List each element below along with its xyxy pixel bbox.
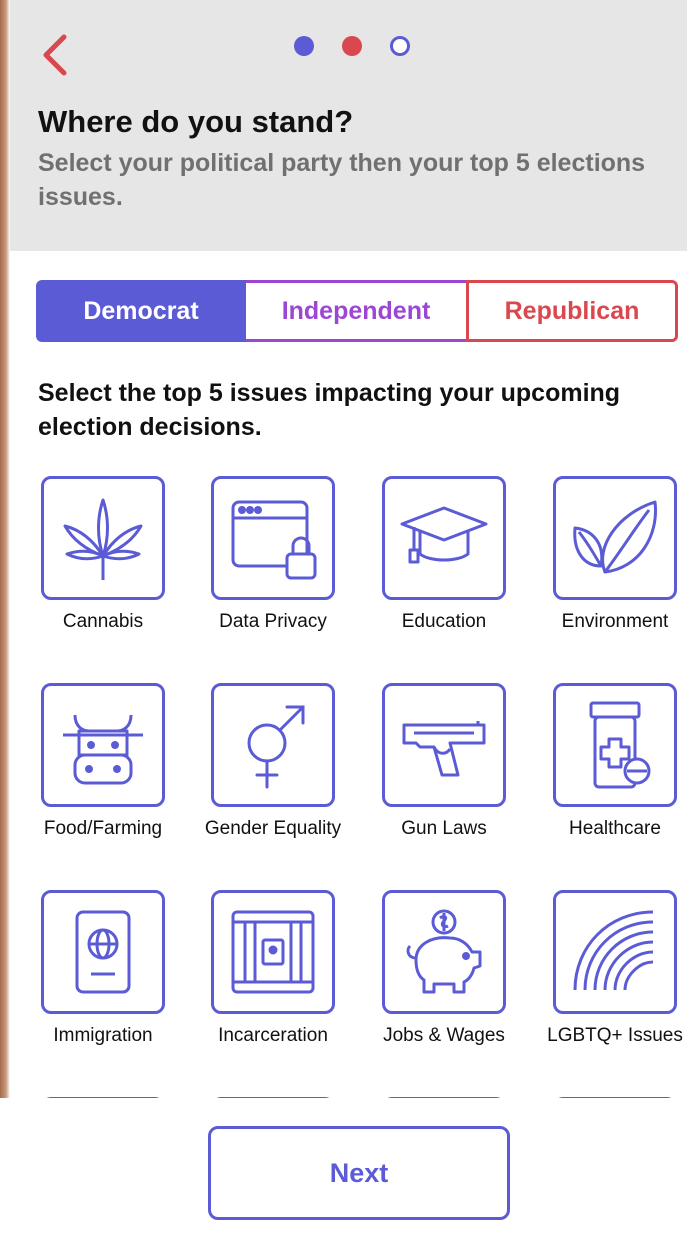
cannabis-icon [63, 498, 143, 580]
issue-tile-education[interactable]: Education [358, 470, 530, 670]
page-title: Where do you stand? [38, 104, 354, 139]
issue-icon-box [211, 683, 335, 807]
issues-heading: Select the top 5 issues impacting your u… [38, 379, 621, 441]
issue-label: Gun Laws [401, 818, 487, 839]
issue-tile-gun-laws[interactable]: Gun Laws [358, 677, 530, 877]
passport-icon [75, 910, 131, 994]
issue-tile-cannabis[interactable]: Cannabis [17, 470, 189, 670]
jail-icon [231, 910, 315, 994]
issue-tile-data-privacy[interactable]: Data Privacy [187, 470, 359, 670]
header: Where do you stand? Select your politica… [10, 0, 687, 251]
issue-label: Data Privacy [219, 611, 327, 632]
issue-icon-box [553, 683, 677, 807]
progress-dot-1 [294, 36, 314, 56]
issue-tile-jobs-wages[interactable]: Jobs & Wages [358, 884, 530, 1084]
app-screen: Where do you stand? Select your politica… [0, 0, 687, 1239]
issue-icon-box [41, 890, 165, 1014]
issue-label: Cannabis [62, 611, 144, 632]
issue-label: Incarceration [218, 1025, 328, 1046]
issue-label: Education [401, 611, 487, 632]
issue-icon-box [211, 476, 335, 600]
issue-label: Environment [561, 611, 669, 632]
graduation-cap-icon [400, 506, 488, 564]
page-subtitle: Select your political party then your to… [38, 149, 646, 211]
medicine-icon [589, 701, 651, 789]
issues-grid: Cannabis Data Privacy Education Environm… [0, 470, 687, 1098]
gun-icon [402, 721, 486, 777]
piggy-bank-icon [406, 909, 482, 994]
issue-icon-box [41, 683, 165, 807]
issue-icon-box [382, 476, 506, 600]
party-selector: Democrat Independent Republican [36, 280, 678, 342]
issue-icon-box [553, 890, 677, 1014]
issue-tile-partial[interactable] [17, 1091, 189, 1098]
issue-label: Food/Farming [43, 818, 163, 839]
issue-tile-lgbtq-issues[interactable]: LGBTQ+ Issues [529, 884, 687, 1084]
issue-tile-partial[interactable] [529, 1091, 687, 1098]
next-button[interactable]: Next [208, 1126, 510, 1220]
issue-icon-box [211, 890, 335, 1014]
issue-tile-immigration[interactable]: Immigration [17, 884, 189, 1084]
issue-label: Jobs & Wages [383, 1025, 505, 1046]
rainbow-icon [573, 910, 654, 991]
issue-label: Healthcare [569, 818, 661, 839]
issue-tile-partial[interactable] [358, 1091, 530, 1098]
issue-tile-partial[interactable] [187, 1091, 359, 1098]
issue-label: LGBTQ+ Issues [547, 1025, 683, 1046]
issue-label: Immigration [53, 1025, 153, 1046]
cow-icon [63, 714, 143, 785]
back-button[interactable] [38, 30, 72, 80]
progress-dots [294, 36, 410, 56]
issue-icon-box [553, 476, 677, 600]
leaves-icon [573, 500, 658, 574]
issue-icon-box [382, 683, 506, 807]
party-option-democrat[interactable]: Democrat [36, 280, 246, 342]
party-option-independent[interactable]: Independent [246, 280, 466, 342]
issue-tile-healthcare[interactable]: Healthcare [529, 677, 687, 877]
issue-label: Gender Equality [204, 818, 342, 839]
party-option-republican[interactable]: Republican [466, 280, 678, 342]
progress-dot-3 [390, 36, 410, 56]
issue-tile-food-farming[interactable]: Food/Farming [17, 677, 189, 877]
progress-dot-2 [342, 36, 362, 56]
issue-tile-gender-equality[interactable]: Gender Equality [187, 677, 359, 877]
issue-tile-incarceration[interactable]: Incarceration [187, 884, 359, 1084]
issue-icon-box [382, 890, 506, 1014]
issue-tile-environment[interactable]: Environment [529, 470, 687, 670]
issue-icon-box [41, 476, 165, 600]
gender-icon [247, 705, 305, 789]
chevron-left-icon [43, 34, 67, 76]
data-privacy-icon [231, 500, 317, 580]
